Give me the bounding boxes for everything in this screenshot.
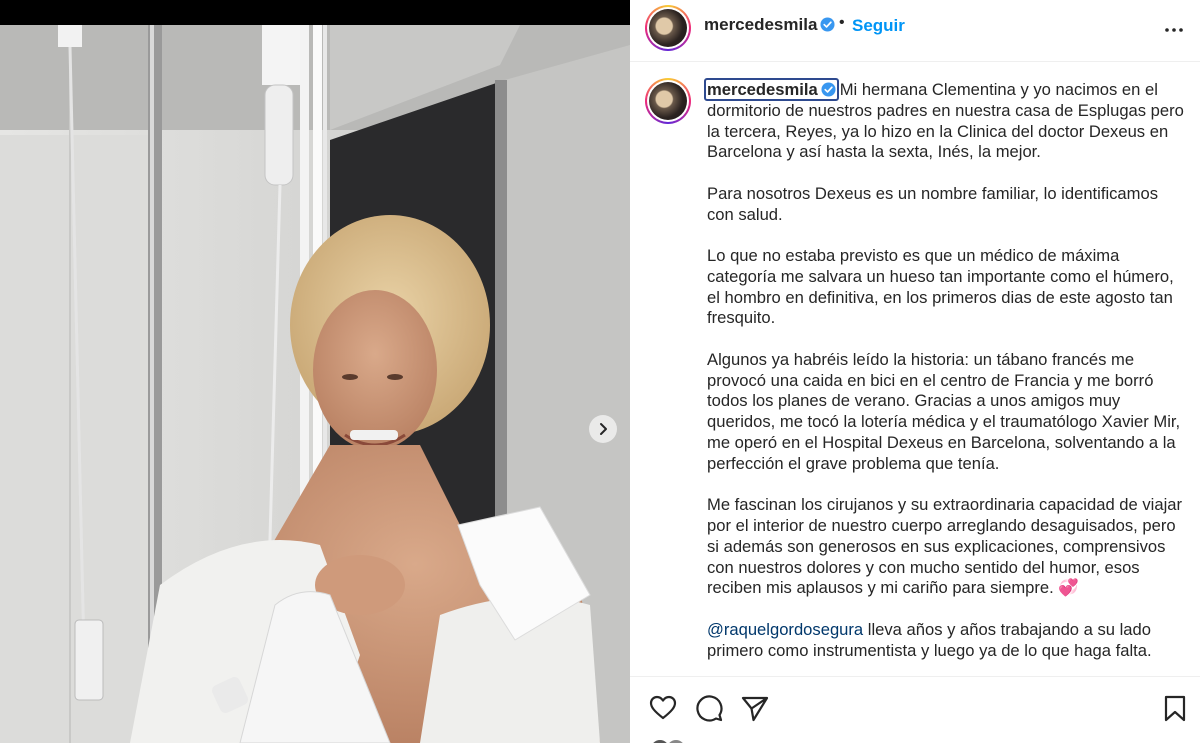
author-username: mercedesmila (704, 15, 818, 34)
heart-icon[interactable] (648, 693, 678, 723)
caption-author-avatar[interactable] (645, 78, 691, 124)
verified-badge-icon (821, 82, 836, 97)
post-photo (0, 25, 630, 743)
caption-username: mercedesmila (707, 80, 818, 99)
caption-paragraph: Me fascinan los cirujanos y su extraordi… (707, 495, 1183, 598)
post-header: mercedesmila • Seguir (630, 0, 1200, 62)
caption-paragraph: mercedesmila Mi hermana Clementina y yo n… (704, 78, 1187, 163)
caption-paragraph: @raquelgordosegura lleva años y años tra… (707, 620, 1187, 662)
follow-button[interactable]: Seguir (852, 16, 905, 36)
bookmark-icon[interactable] (1160, 693, 1190, 723)
caption-paragraph: Lo que no estaba previsto es que un médi… (707, 245, 1174, 328)
caption-paragraph: Algunos ya habréis leído la historia: un… (707, 349, 1181, 473)
more-options-icon[interactable] (1162, 18, 1186, 42)
hospital-photo-illustration (0, 25, 630, 743)
caption-username-link[interactable]: mercedesmila (704, 78, 839, 101)
mention-link[interactable]: @raquelgordosegura (707, 620, 863, 639)
author-avatar[interactable] (645, 5, 691, 51)
post-side-panel: mercedesmila • Seguir mercedesmila Mi her… (630, 0, 1200, 743)
caption-area[interactable]: mercedesmila Mi hermana Clementina y yo n… (630, 63, 1200, 676)
caption-paragraph: Para nosotros Dexeus es un nombre famili… (707, 183, 1159, 224)
verified-badge-icon (820, 17, 835, 32)
chevron-right-icon (600, 423, 607, 435)
header-separator: • (839, 14, 845, 31)
likers-avatars[interactable] (650, 739, 690, 743)
post-media (0, 0, 630, 743)
comment-icon[interactable] (694, 693, 724, 723)
next-photo-button[interactable] (589, 415, 617, 443)
send-icon[interactable] (740, 693, 770, 723)
media-top-bar (0, 0, 630, 25)
post-caption: mercedesmila Mi hermana Clementina y yo n… (704, 78, 1187, 676)
action-bar (630, 676, 1200, 743)
author-username-link[interactable]: mercedesmila (704, 15, 835, 35)
